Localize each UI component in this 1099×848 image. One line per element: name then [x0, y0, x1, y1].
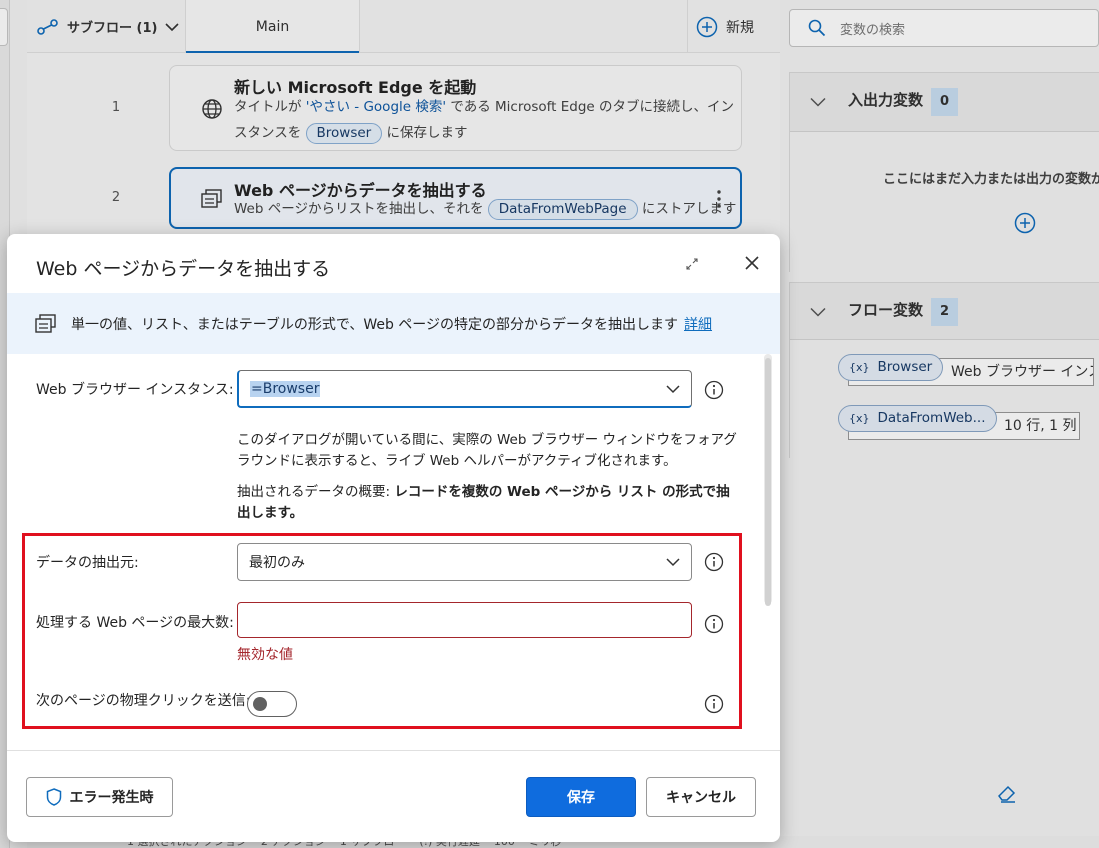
- browser-instance-label: Web ブラウザー インスタンス:: [36, 382, 234, 398]
- footer-divider: [7, 750, 780, 751]
- shield-icon: [46, 788, 61, 806]
- save-button[interactable]: 保存: [526, 777, 636, 817]
- chevron-down-icon: [666, 385, 680, 394]
- extraction-summary: 抽出されるデータの概要: レコードを複数の Web ページから リスト の形式で…: [237, 482, 737, 524]
- browser-instance-value: =Browser: [250, 380, 321, 397]
- expand-icon[interactable]: [684, 256, 700, 272]
- summary-label: 抽出されるデータの概要:: [237, 484, 395, 500]
- banner-text: 単一の値、リスト、またはテーブルの形式で、Web ページの特定の部分からデータを…: [71, 314, 712, 334]
- on-error-button[interactable]: エラー発生時: [26, 777, 173, 817]
- cancel-button[interactable]: キャンセル: [646, 777, 756, 817]
- live-helper-hint: このダイアログが開いている間に、実際の Web ブラウザー ウィンドウをフォアグ…: [237, 432, 737, 469]
- browser-instance-select[interactable]: =Browser: [237, 370, 692, 408]
- info-icon[interactable]: [704, 380, 724, 400]
- close-icon[interactable]: [742, 253, 762, 273]
- dialog-title: Web ページからデータを抽出する: [36, 258, 331, 280]
- dialog-scrollbar-thumb[interactable]: [765, 358, 771, 606]
- extract-data-dialog: Web ページからデータを抽出する 単一の値、リスト、またはテーブルの形式で、W…: [7, 234, 780, 842]
- banner-description: 単一の値、リスト、またはテーブルの形式で、Web ページの特定の部分からデータを…: [71, 316, 679, 333]
- highlight-annotation-frame: [22, 533, 742, 729]
- on-error-label: エラー発生時: [69, 790, 154, 806]
- learn-more-link[interactable]: 詳細: [684, 317, 712, 333]
- info-banner: 単一の値、リスト、またはテーブルの形式で、Web ページの特定の部分からデータを…: [7, 293, 780, 354]
- extract-data-icon: [35, 313, 56, 333]
